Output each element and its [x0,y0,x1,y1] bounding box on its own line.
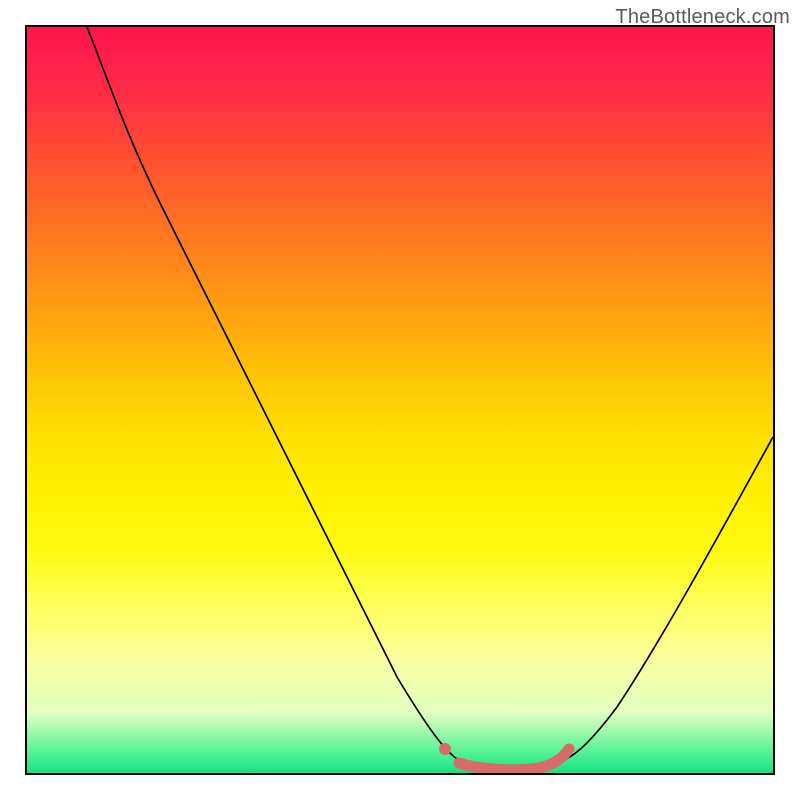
bottleneck-curve-line [87,27,773,769]
highlight-segment-line [459,749,569,770]
chart-svg [27,27,773,773]
highlight-dot-start [439,743,451,755]
chart-plot-area [25,25,775,775]
